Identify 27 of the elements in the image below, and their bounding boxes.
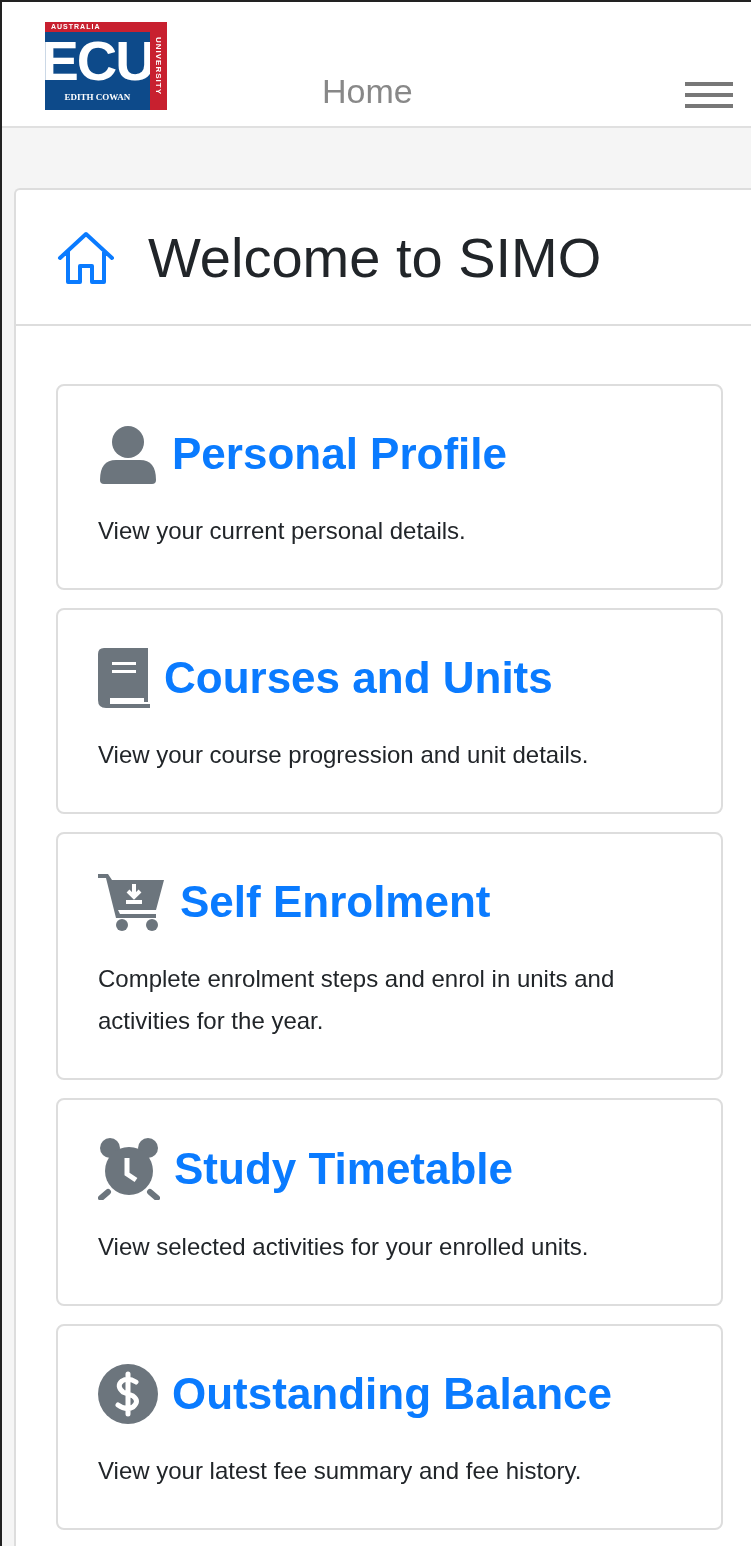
- menu-button[interactable]: [685, 80, 733, 110]
- menu-card[interactable]: Self Enrolment Complete enrolment steps and enrol in units and activities for the year.: [56, 832, 723, 1080]
- menu-card[interactable]: Study Timetable View selected activities for your enrolled units.: [56, 1098, 723, 1306]
- logo-text: UNIVERSITY: [154, 37, 163, 95]
- home-icon: [56, 230, 116, 286]
- menu-card[interactable]: Courses and Units View your course progression and unit details.: [56, 608, 723, 814]
- card-description: View your latest fee summary and fee history.: [98, 1456, 583, 1486]
- card-title-link[interactable]: Self Enrolment: [180, 877, 491, 927]
- card-title-link[interactable]: Study Timetable: [174, 1144, 514, 1194]
- page-title: Home: [322, 72, 413, 111]
- book-icon: [98, 648, 150, 708]
- card-description: Complete enrolment steps and enrol in units and activities for the year.: [98, 964, 616, 1036]
- alarm-clock-icon: [98, 1138, 160, 1200]
- card-title-link[interactable]: Personal Profile: [172, 429, 507, 479]
- menu-card[interactable]: Outstanding Balance View your latest fee summary and fee history.: [56, 1324, 723, 1530]
- cart-icon: [98, 872, 166, 932]
- card-description: View your current personal details.: [98, 516, 467, 546]
- card-title-link[interactable]: Outstanding Balance: [172, 1369, 613, 1419]
- logo-text: EDITH COWAN: [64, 91, 131, 104]
- menu-card[interactable]: Personal Profile View your current personal details.: [56, 384, 723, 590]
- card-description: View selected activities for your enrolled units.: [98, 1232, 590, 1262]
- person-icon: [98, 424, 158, 484]
- welcome-heading: Welcome to SIMO: [148, 228, 602, 288]
- card-description: View your course progression and unit details.: [98, 740, 590, 770]
- menu-icon: [685, 80, 733, 110]
- dollar-icon: [98, 1364, 158, 1424]
- card-title-link[interactable]: Courses and Units: [164, 653, 553, 703]
